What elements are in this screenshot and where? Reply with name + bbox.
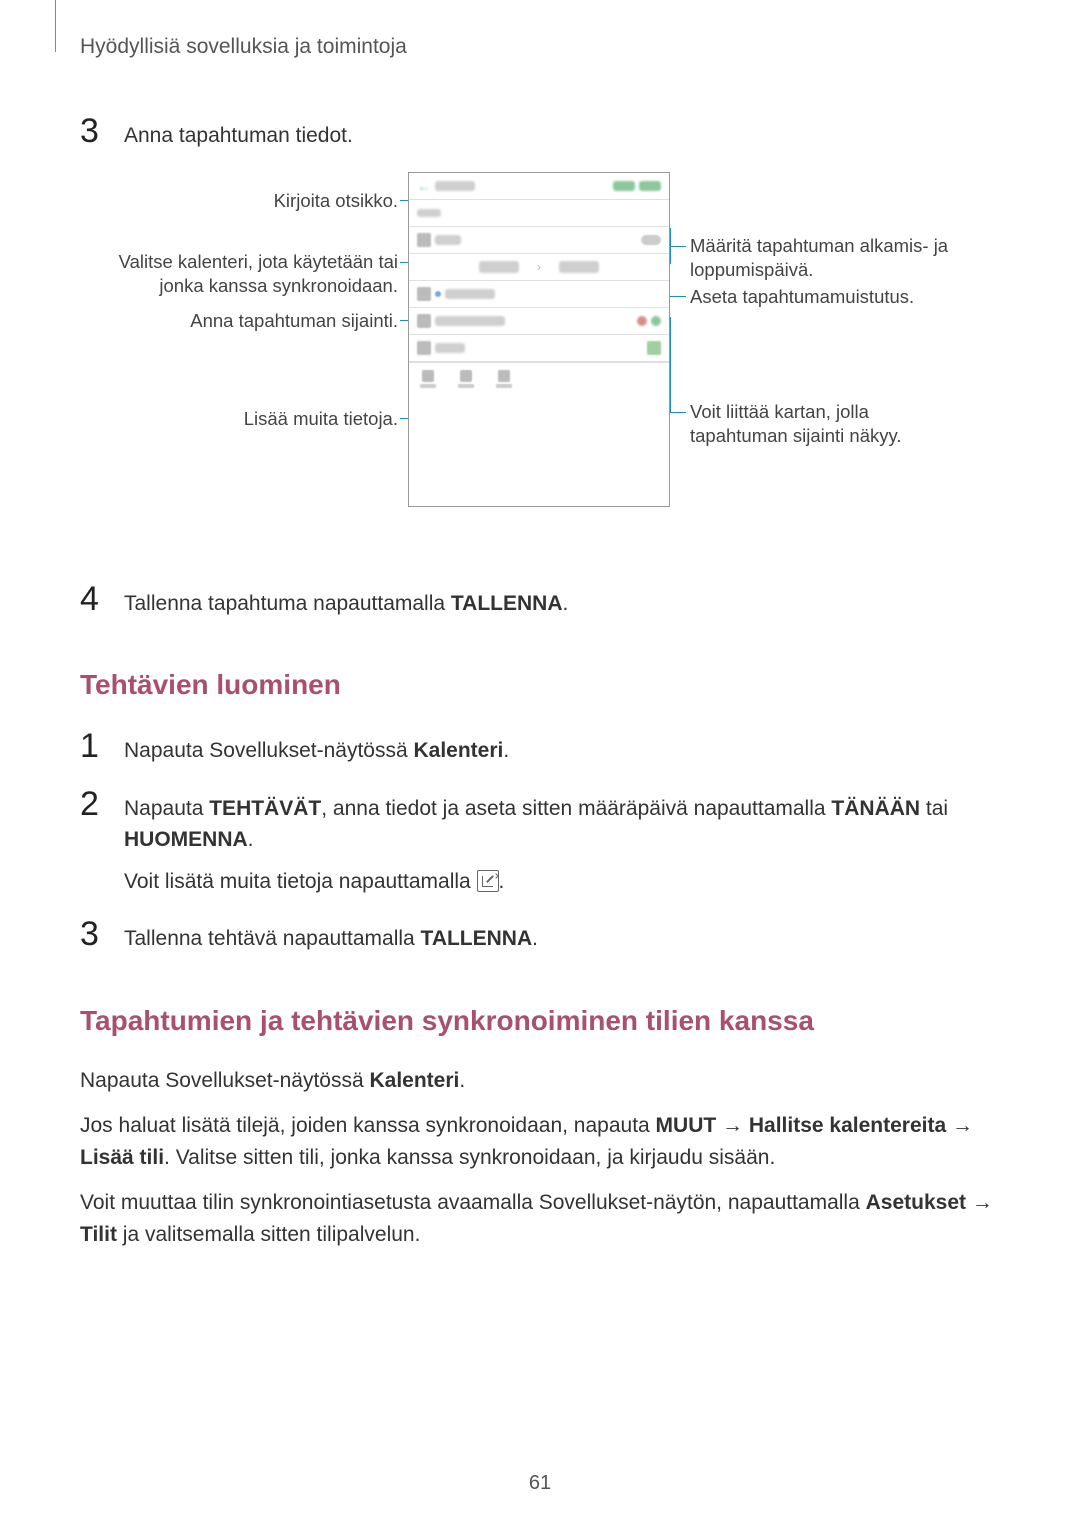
page-number: 61 <box>0 1472 1080 1495</box>
callout-dates-label: Määritä tapahtuman alkamis- ja loppumisp… <box>690 234 970 282</box>
step-number: 3 <box>80 114 104 148</box>
mock-tab <box>489 365 519 393</box>
clock-icon <box>417 233 431 247</box>
page-content: Hyödyllisiä sovelluksia ja toimintoja 3 … <box>0 0 1080 1250</box>
callout-line <box>670 317 671 413</box>
callout-calendar-label: Valitse kalenteri, jota käytetään tai jo… <box>80 250 398 298</box>
step-number: 4 <box>80 582 104 616</box>
sync-paragraph-3: Voit muuttaa tilin synkronointiasetusta … <box>80 1187 1000 1250</box>
step-text: Tallenna tehtävä napauttamalla TALLENNA. <box>124 917 538 955</box>
mock-tab <box>451 365 481 393</box>
callout-location-label: Anna tapahtuman sijainti. <box>80 309 398 333</box>
sync-paragraph-2: Jos haluat lisätä tilejä, joiden kanssa … <box>80 1110 1000 1173</box>
event-editor-diagram: Kirjoita otsikko. Valitse kalenteri, jot… <box>80 172 1000 542</box>
mock-title-row <box>409 200 669 227</box>
task-step-2: 2 Napauta TEHTÄVÄT, anna tiedot ja aseta… <box>80 787 1000 898</box>
running-header: Hyödyllisiä sovelluksia ja toimintoja <box>80 35 1000 59</box>
task-step-3: 3 Tallenna tehtävä napauttamalla TALLENN… <box>80 917 1000 955</box>
heading-tasks: Tehtävien luominen <box>80 669 1000 701</box>
step-4: 4 Tallenna tapahtuma napauttamalla TALLE… <box>80 582 1000 620</box>
calendar-icon <box>417 287 431 301</box>
page-edge-rule <box>55 0 56 52</box>
mock-reminder-row <box>409 308 669 335</box>
step-text: Anna tapahtuman tiedot. <box>124 114 353 152</box>
mock-dates-row: › <box>409 254 669 281</box>
sync-paragraph-1: Napauta Sovellukset-näytössä Kalenteri. <box>80 1065 1000 1097</box>
callout-reminder-label: Aseta tapahtumamuistutus. <box>690 285 970 309</box>
step-number: 1 <box>80 729 104 763</box>
expand-icon <box>477 870 499 892</box>
mock-calendar-row <box>409 281 669 308</box>
callout-map-label: Voit liittää kartan, jolla tapahtuman si… <box>690 400 970 448</box>
map-icon <box>647 341 661 355</box>
phone-mockup: ← › <box>408 172 670 507</box>
mock-tabs-row <box>409 362 669 396</box>
mock-allday-row <box>409 227 669 254</box>
callout-line <box>670 246 686 247</box>
mock-location-row <box>409 335 669 362</box>
toggle-icon <box>641 235 661 245</box>
step-3: 3 Anna tapahtuman tiedot. <box>80 114 1000 152</box>
callout-line <box>670 412 686 413</box>
callout-title-label: Kirjoita otsikko. <box>80 189 398 213</box>
step-number: 2 <box>80 787 104 821</box>
heading-sync: Tapahtumien ja tehtävien synkronoiminen … <box>80 1005 1000 1037</box>
bell-icon <box>417 314 431 328</box>
step-text: Napauta Sovellukset-näytössä Kalenteri. <box>124 729 509 767</box>
mock-tab <box>413 365 443 393</box>
callout-more-label: Lisää muita tietoja. <box>80 407 398 431</box>
callout-line <box>670 228 671 264</box>
step-number: 3 <box>80 917 104 951</box>
step-text: Tallenna tapahtuma napauttamalla TALLENN… <box>124 582 568 620</box>
step-text: Napauta TEHTÄVÄT, anna tiedot ja aseta s… <box>124 787 1000 898</box>
pin-icon <box>417 341 431 355</box>
task-step-1: 1 Napauta Sovellukset-näytössä Kalenteri… <box>80 729 1000 767</box>
mock-topbar: ← <box>409 173 669 200</box>
